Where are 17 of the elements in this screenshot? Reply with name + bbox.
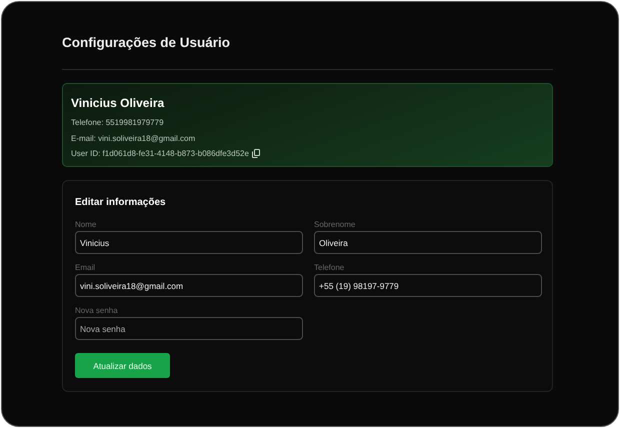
input-field[interactable]: +55 (19) 98197-9779 [314,274,542,297]
email-text: E-mail: vini.soliveira18@gmail.com [71,132,196,145]
field-label: Nova senha [75,305,119,316]
field-label: Sobrenome [314,219,356,230]
copy-icon[interactable] [252,149,260,158]
page-title: Configurações de Usuário [62,35,232,50]
field-label: Telefone [314,262,346,273]
input-field[interactable]: Nova senha [75,317,303,340]
form-title: Editar informações [75,197,167,208]
user-name: Vinicius Oliveira [71,96,166,110]
input-field[interactable]: vini.soliveira18@gmail.com [75,274,303,297]
field-label: Email [75,262,96,273]
input-field[interactable]: Vinicius [75,231,303,254]
user-id-text: User ID: f1d061d8-fe31-4148-b873-b086dfe3d52e [71,148,249,160]
field-label: Nome [75,219,98,230]
phone-text: Telefone: 5519981979779 [71,117,165,129]
input-field[interactable]: Oliveira [314,231,542,254]
